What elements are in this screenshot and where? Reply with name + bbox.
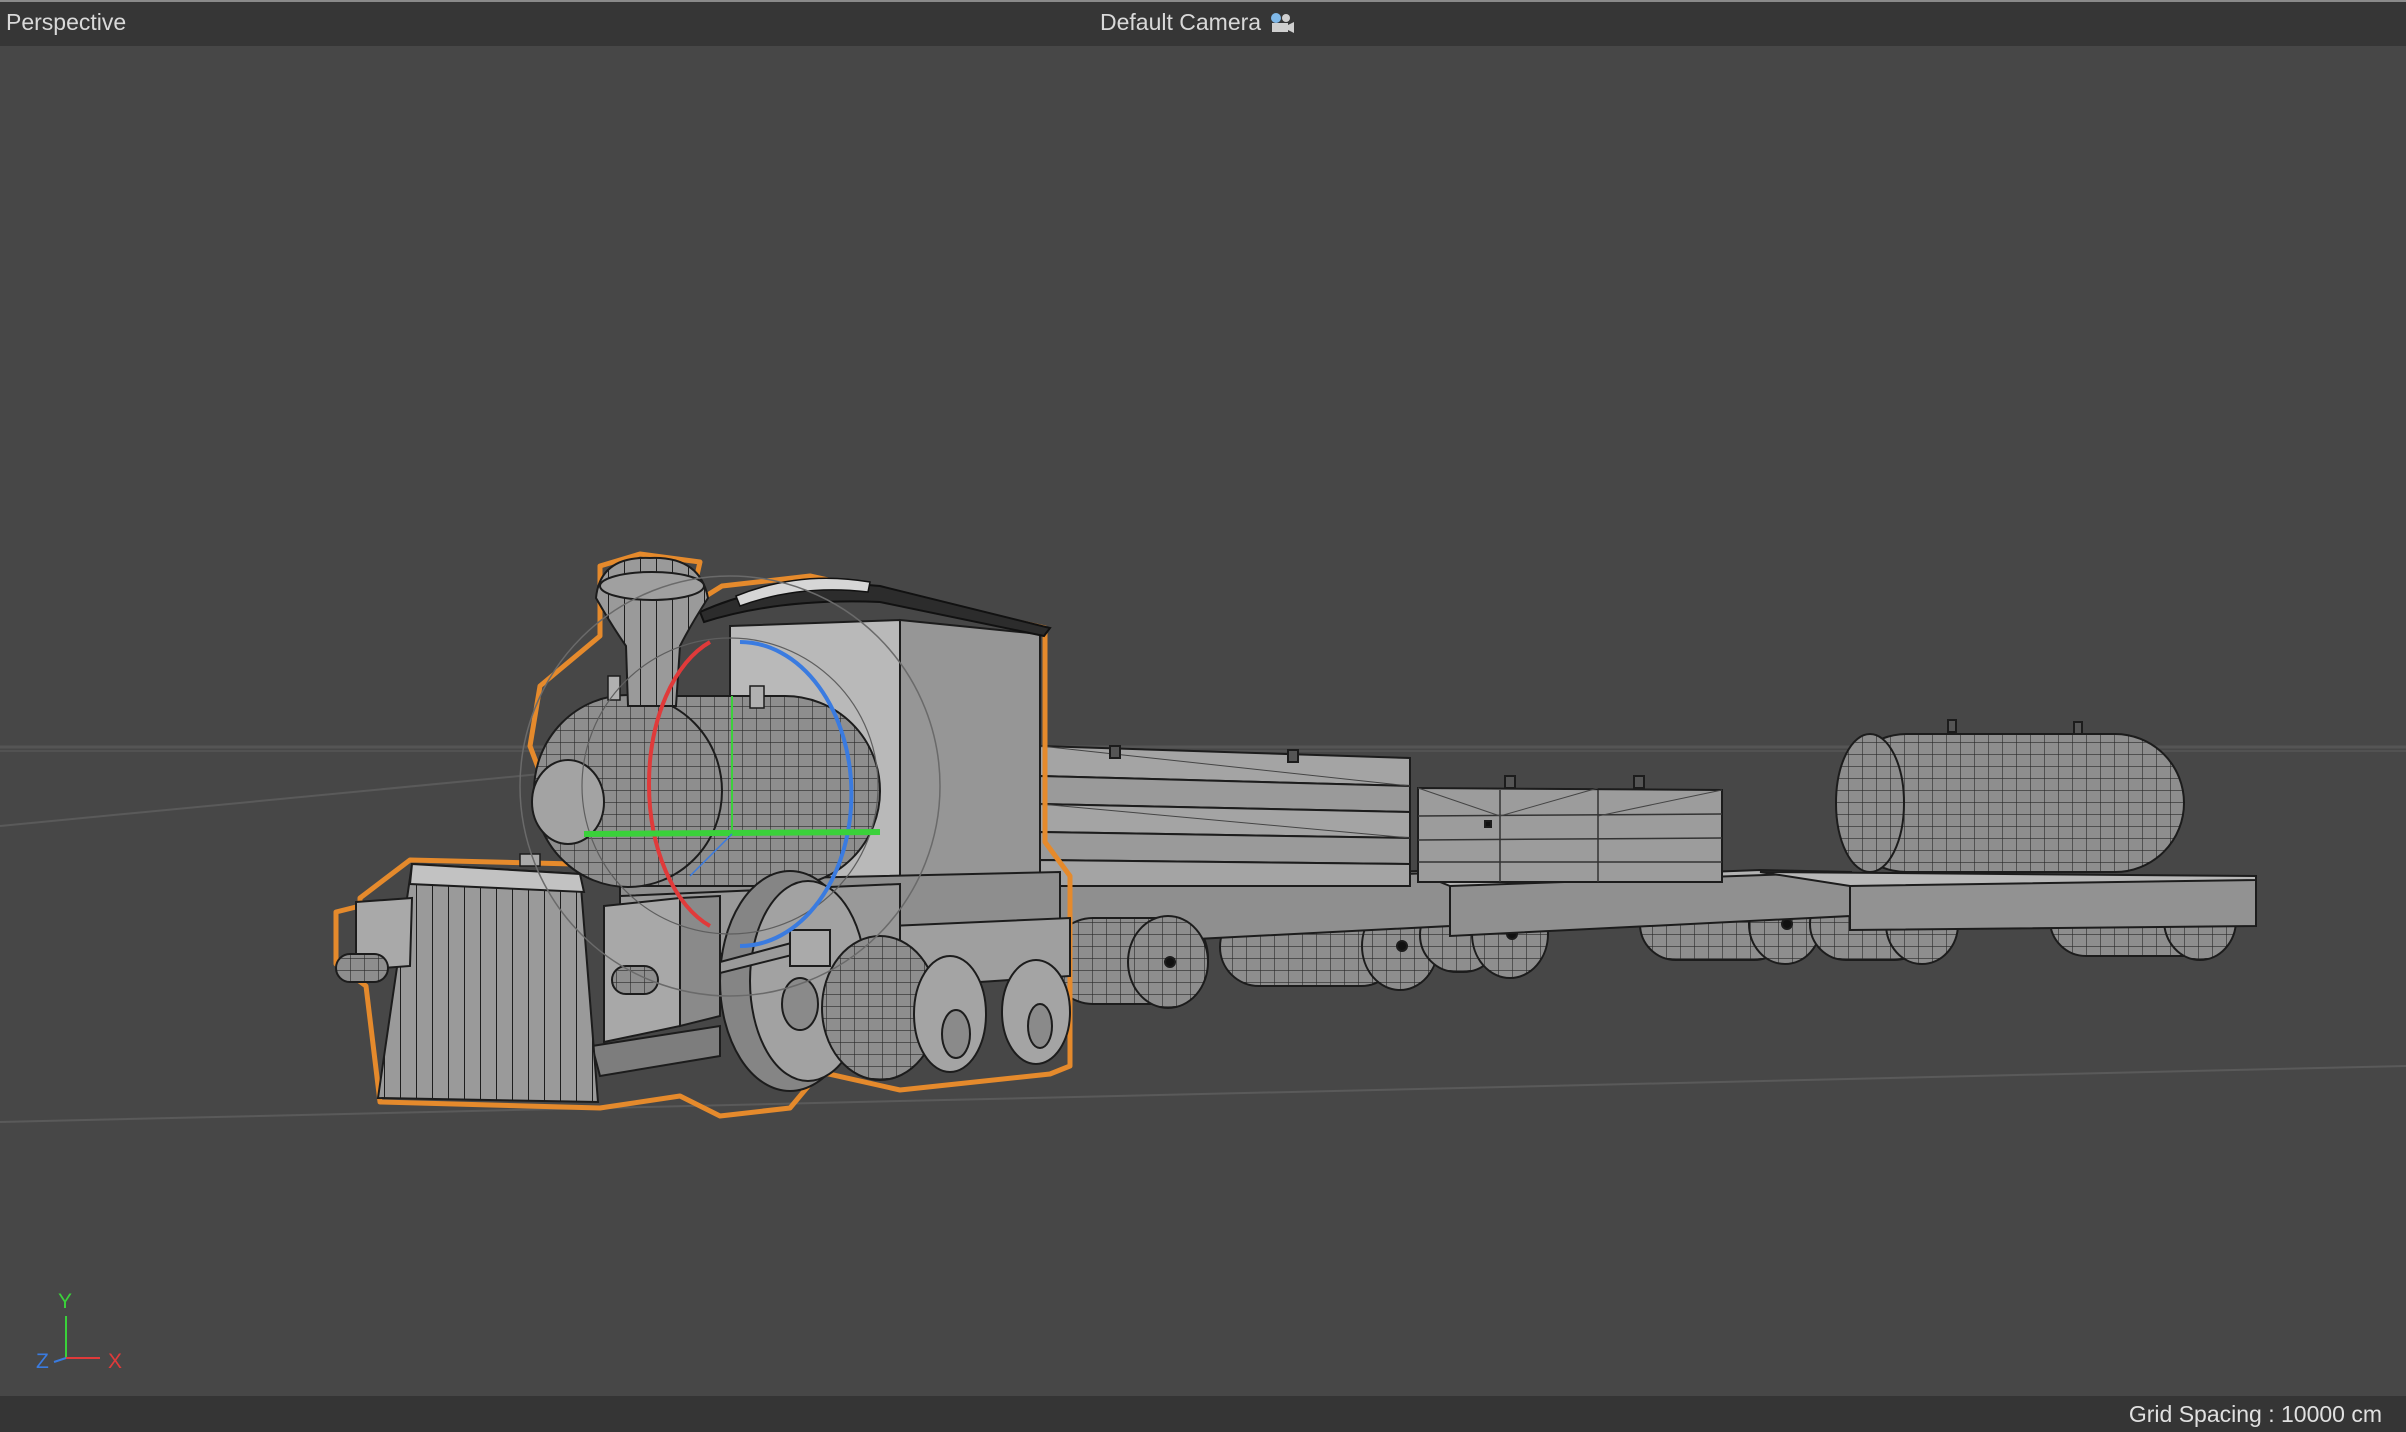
camera-icon [1271,12,1295,33]
axis-indicator: Y Z X [24,1290,134,1376]
axis-z-label: Z [36,1350,49,1373]
grid-spacing-label: Grid Spacing : 10000 cm [2128,1401,2382,1427]
flatcar-1 [1039,744,1461,948]
axis-x-label: X [108,1350,123,1373]
camera-selector[interactable]: Default Camera [1100,9,1295,36]
viewport-window: Perspective Default Camera Y Z X Grid Sp… [0,0,2406,1432]
locomotive-rear-wheels [1049,915,1209,1009]
viewport-header: Perspective Default Camera [0,0,2406,46]
3d-viewport[interactable] [0,46,2406,1396]
viewport-status-bar: Grid Spacing : 10000 cm [0,1396,2406,1432]
axis-y-label: Y [58,1290,73,1313]
flatcar-2 [1417,775,1853,938]
view-name-menu[interactable]: Perspective [6,9,126,36]
camera-name: Default Camera [1100,9,1262,35]
